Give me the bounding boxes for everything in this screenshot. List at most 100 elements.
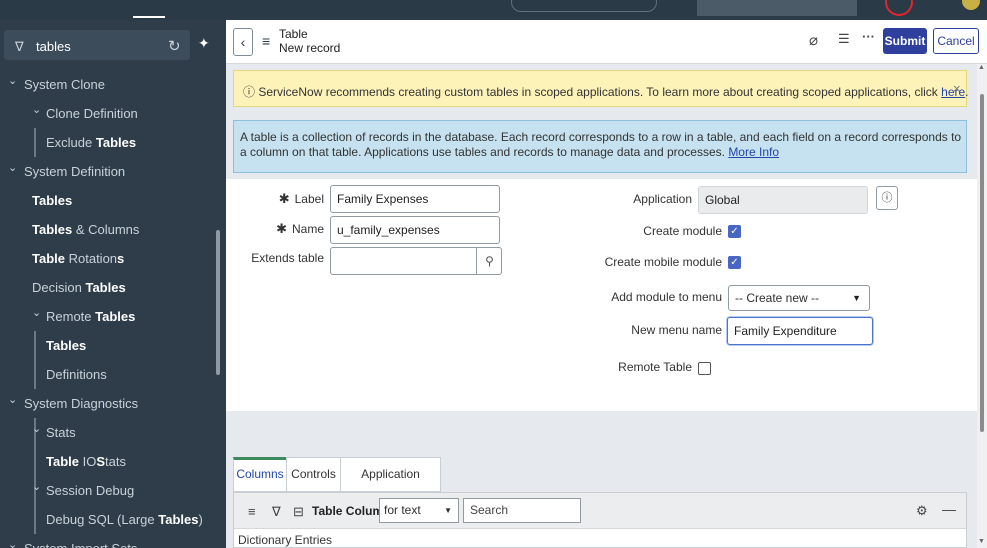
- navigator-filter-value: tables: [36, 39, 71, 54]
- refresh-icon[interactable]: ↻: [168, 37, 181, 55]
- extends-table-input[interactable]: ⚲: [330, 247, 502, 275]
- sidebar-item[interactable]: Table IOStats: [0, 447, 226, 476]
- chevron-down-icon[interactable]: ⌄: [8, 67, 17, 96]
- tree-indent-line: [34, 331, 36, 360]
- list-toolbar: ≡ ∇ ⊟ Table Columns for text ▼ Search ⚙ …: [234, 493, 966, 529]
- sidebar-item-label: Tables & Columns: [32, 222, 140, 237]
- sidebar-item[interactable]: Definitions: [0, 360, 226, 389]
- sidebar-item[interactable]: Tables & Columns: [0, 215, 226, 244]
- sidebar-item-label: Session Debug: [46, 483, 135, 498]
- sidebar-item-label: Tables: [46, 338, 87, 353]
- sidebar-item[interactable]: ⌄ System Import Sets: [0, 534, 226, 548]
- sidebar-item-label: Clone Definition: [46, 106, 138, 121]
- sidebar-item[interactable]: Debug SQL (Large Tables): [0, 505, 226, 534]
- sidebar-item[interactable]: Table Rotations: [0, 244, 226, 273]
- create-module-label: Create module: [643, 224, 722, 238]
- back-button[interactable]: ‹: [233, 28, 253, 56]
- chevron-down-icon[interactable]: ⌄: [8, 154, 17, 183]
- form-content: ⓘ ServiceNow recommends creating custom …: [226, 64, 977, 548]
- close-icon[interactable]: ×: [953, 81, 961, 96]
- search-icon[interactable]: ⚲: [476, 248, 502, 274]
- extends-table-label: Extends table: [251, 251, 324, 265]
- context-menu-icon[interactable]: ≡: [262, 33, 270, 49]
- tree-indent-line: [34, 505, 36, 534]
- global-search-pill[interactable]: [511, 0, 657, 12]
- sidebar-item[interactable]: Decision Tables: [0, 273, 226, 302]
- submit-button[interactable]: Submit: [883, 28, 927, 54]
- chevron-down-icon[interactable]: ⌄: [8, 531, 17, 548]
- main-content: ‹ ≡ Table New record ⌀ ☰ ··· Submit Canc…: [226, 20, 987, 548]
- chevron-down-icon[interactable]: ⌄: [32, 473, 41, 502]
- sidebar-item[interactable]: ⌄ System Diagnostics: [0, 389, 226, 418]
- main-scrollbar[interactable]: ▲ ▼: [977, 64, 987, 548]
- scope-selector[interactable]: [697, 0, 857, 16]
- label-input[interactable]: Family Expenses: [330, 185, 500, 213]
- tab-application-access[interactable]: Application Access: [340, 457, 441, 514]
- sidebar-item[interactable]: ⌄ Session Debug: [0, 476, 226, 505]
- chevron-down-icon[interactable]: ⌄: [32, 415, 41, 444]
- sidebar-item[interactable]: ⌄ Remote Tables: [0, 302, 226, 331]
- info-icon[interactable]: ⓘ: [876, 186, 898, 210]
- list-menu-icon[interactable]: ≡: [248, 504, 256, 519]
- sidebar-item[interactable]: ⌄ System Clone: [0, 70, 226, 99]
- columns-related-list: ≡ ∇ ⊟ Table Columns for text ▼ Search ⚙ …: [233, 492, 967, 548]
- warning-end: .: [965, 85, 969, 99]
- new-menu-name-input[interactable]: Family Expenditure: [727, 317, 873, 345]
- warning-banner: ⓘ ServiceNow recommends creating custom …: [233, 70, 969, 107]
- filter-icon[interactable]: ∇: [272, 504, 281, 520]
- list-search-field-select[interactable]: for text ▼: [379, 498, 459, 523]
- navigator-filter-input[interactable]: ∇ tables ↻: [4, 30, 190, 60]
- chevron-down-icon[interactable]: ⌄: [32, 96, 41, 125]
- form-header: ‹ ≡ Table New record ⌀ ☰ ··· Submit Canc…: [226, 20, 987, 64]
- name-field-label: ✱ Name: [276, 221, 324, 236]
- avatar[interactable]: [962, 0, 980, 10]
- nav-active-underline: [133, 16, 165, 18]
- collapse-icon[interactable]: —: [942, 501, 956, 517]
- application-field: Global: [698, 186, 868, 214]
- settings-sliders-icon[interactable]: ☰: [838, 31, 850, 47]
- sidebar-item-label: System Import Sets: [24, 534, 137, 548]
- sidebar-item[interactable]: ⌄ Clone Definition: [0, 99, 226, 128]
- scroll-down-icon[interactable]: ▼: [978, 538, 985, 545]
- attachment-icon[interactable]: ⌀: [809, 31, 818, 49]
- label-field-label: ✱ Label: [278, 191, 324, 206]
- tree-indent-line: [34, 447, 36, 476]
- add-module-to-menu-select[interactable]: -- Create new -- ▼: [728, 285, 870, 311]
- create-module-checkbox[interactable]: ✓: [728, 225, 741, 238]
- application-navigator: ∇ tables ↻ ✦ ⌄ System Clone ⌄ Clone Definit…: [0, 20, 226, 548]
- tree-indent-line: [34, 360, 36, 389]
- sidebar-item-label: Remote Tables: [46, 309, 136, 324]
- sidebar-item[interactable]: Tables: [0, 331, 226, 360]
- chevron-down-icon[interactable]: ⌄: [8, 386, 17, 415]
- sidebar-item[interactable]: Exclude Tables: [0, 128, 226, 157]
- list-search-input[interactable]: Search: [463, 498, 581, 523]
- notification-ring-icon[interactable]: [885, 0, 913, 16]
- remote-table-checkbox[interactable]: [698, 362, 711, 375]
- table-form: ✱ Label Family Expenses ✱ Name u_family_ex…: [226, 179, 977, 411]
- more-options-icon[interactable]: ···: [862, 29, 875, 44]
- remote-table-label: Remote Table: [618, 360, 692, 374]
- chevron-down-icon: ▼: [444, 506, 452, 515]
- sidebar-item-label: Tables: [32, 193, 73, 208]
- sidebar-item-label: System Diagnostics: [24, 396, 139, 411]
- scroll-up-icon[interactable]: ▲: [978, 64, 985, 71]
- name-input[interactable]: u_family_expenses: [330, 216, 500, 244]
- sidebar-item-label: System Definition: [24, 164, 126, 179]
- add-module-to-menu-label: Add module to menu: [611, 290, 722, 304]
- sidebar-item[interactable]: ⌄ Stats: [0, 418, 226, 447]
- gear-icon[interactable]: ⚙: [916, 503, 928, 519]
- more-info-link[interactable]: More Info: [728, 145, 779, 159]
- sidebar-scrollbar[interactable]: [216, 230, 220, 375]
- create-mobile-module-checkbox[interactable]: ✓: [728, 256, 741, 269]
- sidebar-item[interactable]: Tables: [0, 186, 226, 215]
- chevron-down-icon[interactable]: ⌄: [32, 299, 41, 328]
- cancel-button[interactable]: Cancel: [933, 28, 979, 54]
- sidebar-item[interactable]: ⌄ System Definition: [0, 157, 226, 186]
- tab-controls[interactable]: Controls: [286, 457, 341, 492]
- pin-icon[interactable]: ✦: [198, 35, 210, 52]
- personalize-list-icon[interactable]: ⊟: [293, 504, 304, 520]
- tab-columns[interactable]: Columns: [233, 457, 287, 492]
- scrollbar-thumb[interactable]: [980, 94, 984, 432]
- dictionary-entries-header: Dictionary Entries: [238, 533, 333, 547]
- info-text: A table is a collection of records in th…: [240, 130, 962, 160]
